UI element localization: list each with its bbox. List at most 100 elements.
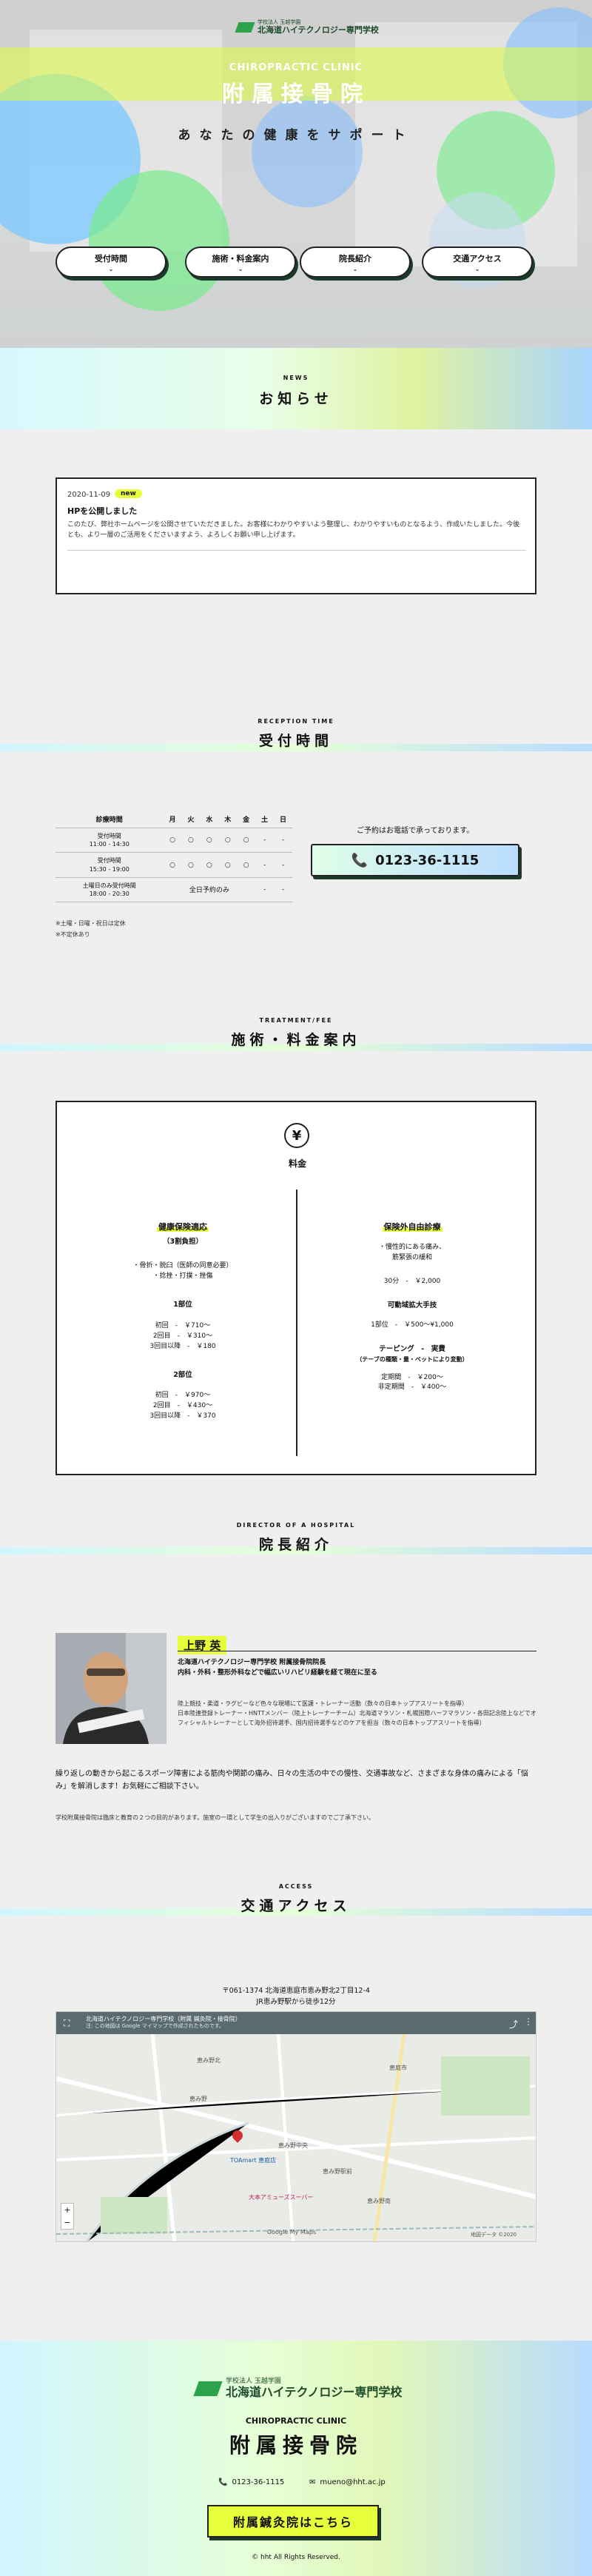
nav-button-label: 院長紹介 (339, 253, 371, 264)
footer-title: 附属接骨院 (229, 2433, 363, 2458)
footer-logo[interactable]: 学校法人 玉越学園 北海道ハイテクノロジー専門学校 (193, 2378, 403, 2399)
table-header: 日 (274, 811, 292, 828)
time-cell: 受付時間 15:30 - 19:00 (56, 852, 164, 878)
merged-cell: 全日予約のみ (163, 877, 256, 903)
logo-text: 学校法人 玉越学園 北海道ハイテクノロジー専門学校 (258, 19, 379, 35)
map-label: Google My Maps (267, 2229, 316, 2235)
station-text: JR恵み野駅から徒歩12分 (256, 1998, 336, 2007)
zoom-out-icon[interactable]: − (61, 2216, 73, 2229)
table-cell: ○ (218, 828, 238, 853)
reception-note: ※土曜・日曜・祝日は定休 (56, 920, 126, 927)
taping-title: テーピング - 実費 (379, 1344, 445, 1353)
news-card: 2020-11-09 new HPを公開しました このたび、弊社ホームページを公… (56, 477, 536, 594)
director-career: 陸上競技・柔道・ラグビーなど色々な現場にて医護・トレーナー活動（数々の日本トップ… (178, 1700, 536, 1726)
zoom-in-icon[interactable]: + (61, 2204, 73, 2216)
logo-name-text: 北海道ハイテクノロジー専門学校 (226, 2384, 403, 2399)
hero-title: 附属接骨院 (222, 81, 370, 107)
fee-label: 料金 (288, 1158, 306, 1169)
part1-fees: 初回 - ￥710〜 2回目 - ￥310〜 3回目以降 - ￥180 (149, 1321, 216, 1350)
map-subtitle: 注: この地図は Google マイマップで作成されたものです。 (86, 2023, 225, 2030)
footer-mail[interactable]: ✉ mueno@hht.ac.jp (309, 2478, 386, 2486)
table-row: 土曜日のみ受付時間 18:00 - 20:30 全日予約のみ - - (56, 877, 292, 903)
time-cell: 土曜日のみ受付時間 18:00 - 20:30 (56, 877, 164, 903)
table-cell: - (255, 852, 275, 878)
part2-title: 2部位 (173, 1370, 192, 1379)
map-expand-icon[interactable]: ⛶ (64, 2018, 70, 2029)
time-label: 土曜日のみ受付時間 (82, 882, 136, 889)
table-row: 受付時間 15:30 - 19:00 ○ ○ ○ ○ ○ - - (56, 852, 292, 878)
phone-icon: 📞 (218, 2478, 228, 2486)
phone-icon: 📞 (351, 852, 369, 868)
chevron-down-icon: ⌄ (238, 265, 243, 272)
table-cell: - (274, 877, 292, 903)
section-title: お知らせ (259, 391, 333, 407)
director-note: 学校附属接骨院は臨床と教育の２つの目的があります。施室の一環として学生の出入りが… (56, 1814, 374, 1821)
reception-note: ※不定休あり (56, 931, 90, 938)
table-cell: ○ (200, 852, 219, 878)
map-title[interactable]: 北海道ハイテクノロジー専門学校（附属 鍼灸院・接骨院） (86, 2015, 508, 2023)
director-portrait-icon (56, 1633, 166, 1744)
section-en-title: RECEPTION TIME (258, 718, 334, 725)
section-title: 交通アクセス (240, 1898, 352, 1914)
time-label: 受付時間 (97, 833, 121, 839)
section-en-title: ACCESS (278, 1883, 314, 1890)
nav-button-treatment[interactable]: 施術・料金案内 ⌄ (185, 246, 296, 278)
tel-note: ご予約はお電話で承っております。 (357, 827, 474, 835)
header-logo[interactable]: 学校法人 玉越学園 北海道ハイテクノロジー専門学校 (235, 18, 385, 37)
news-date: 2020-11-09 (67, 491, 111, 499)
section-en-title: DIRECTOR OF A HOSPITAL (236, 1522, 356, 1529)
section-title: 施術・料金案内 (231, 1032, 361, 1048)
time-range: 11:00 - 14:30 (89, 841, 130, 848)
table-header: 金 (237, 811, 256, 828)
nav-button-access[interactable]: 交通アクセス ⌄ (422, 246, 533, 278)
map-zoom-control[interactable]: + − (61, 2203, 74, 2230)
access-address: 〒061-1374 北海道恵庭市恵み野北2丁目12-4 JR恵み野駅から徒歩12… (0, 1985, 592, 2008)
footer-tel[interactable]: 📞 0123-36-1115 (218, 2478, 284, 2486)
table-header: 月 (163, 811, 182, 828)
table-cell: ○ (163, 828, 182, 853)
rom-fee: 1部位 - ￥500〜¥1,000 (371, 1321, 454, 1329)
mail-icon: ✉ (309, 2478, 316, 2486)
hero-lead: あなたの健康をサポート (178, 128, 414, 143)
tel-button[interactable]: 📞 0123-36-1115 (311, 844, 519, 876)
new-badge: new (115, 489, 142, 498)
map-embed[interactable]: 北海道ハイテクノロジー専門学校（附属 鍼灸院・接骨院） 注: この地図は Goo… (56, 2011, 536, 2242)
table-cell: - (255, 828, 275, 853)
table-cell: ○ (181, 828, 201, 853)
map-title-bar: 北海道ハイテクノロジー専門学校（附属 鍼灸院・接骨院） 注: この地図は Goo… (56, 2012, 536, 2034)
table-header: 土 (255, 811, 275, 828)
map-label: 恵み野駅前 (323, 2168, 352, 2175)
copyright: © hht All Rights Reserved. (252, 2554, 340, 2561)
footer-subtitle: CHIROPRACTIC CLINIC (245, 2416, 347, 2426)
part2-fees: 初回 - ￥970〜 2回目 - ￥430〜 3回目以降 - ￥370 (149, 1392, 216, 1421)
insurance-sub: （3割負担） (162, 1237, 204, 1246)
divider (67, 550, 526, 551)
table-cell: ○ (163, 852, 182, 878)
logo-name-text: 北海道ハイテクノロジー専門学校 (258, 24, 379, 35)
table-cell: ○ (181, 852, 201, 878)
news-title[interactable]: HPを公開しました (67, 505, 137, 517)
map-label: TOAmart 恵庭店 (230, 2157, 277, 2164)
insurance-column: 健康保険適応 （3割負担） ・骨折・脱臼（医師の同意必要） ・捻挫・打撲・挫傷 … (79, 1221, 286, 1422)
table-header-row: 診療時間 月 火 水 木 金 土 日 (56, 811, 292, 828)
taping-sub: （テーブの種類・量・ベットにより変動） (356, 1355, 468, 1363)
time-cell: 受付時間 11:00 - 14:30 (56, 828, 164, 853)
insurance-desc: ・骨折・脱臼（医師の同意必要） ・捻挫・打撲・挫傷 (132, 1261, 233, 1280)
table-header: 火 (181, 811, 201, 828)
divider (296, 1190, 297, 1456)
nav-button-director[interactable]: 院長紹介 ⌄ (300, 246, 411, 278)
time-range: 18:00 - 20:30 (89, 890, 130, 897)
more-icon[interactable]: ⋮ (524, 2016, 533, 2027)
nav-button-label: 施術・料金案内 (212, 253, 269, 264)
map-label: 恵み野 (189, 2096, 207, 2102)
chevron-down-icon: ⌄ (108, 265, 114, 272)
director-message: 繰り返しの動きから起こるスポーツ障害による筋肉や関節の痛み、日々の生活の中での慢… (56, 1770, 528, 1791)
free-fee: 30分 - ￥2,000 (383, 1277, 441, 1285)
acupuncture-link-button[interactable]: 附属鍼灸院はこちら (207, 2505, 379, 2538)
insurance-heading: 健康保険適応 (157, 1222, 209, 1232)
nav-button-reception[interactable]: 受付時間 ⌄ (56, 246, 166, 278)
nav-button-label: 受付時間 (95, 253, 127, 264)
map-canvas[interactable] (56, 2012, 536, 2242)
share-icon[interactable]: ⤴ (509, 2018, 518, 2030)
table-header: 木 (218, 811, 238, 828)
